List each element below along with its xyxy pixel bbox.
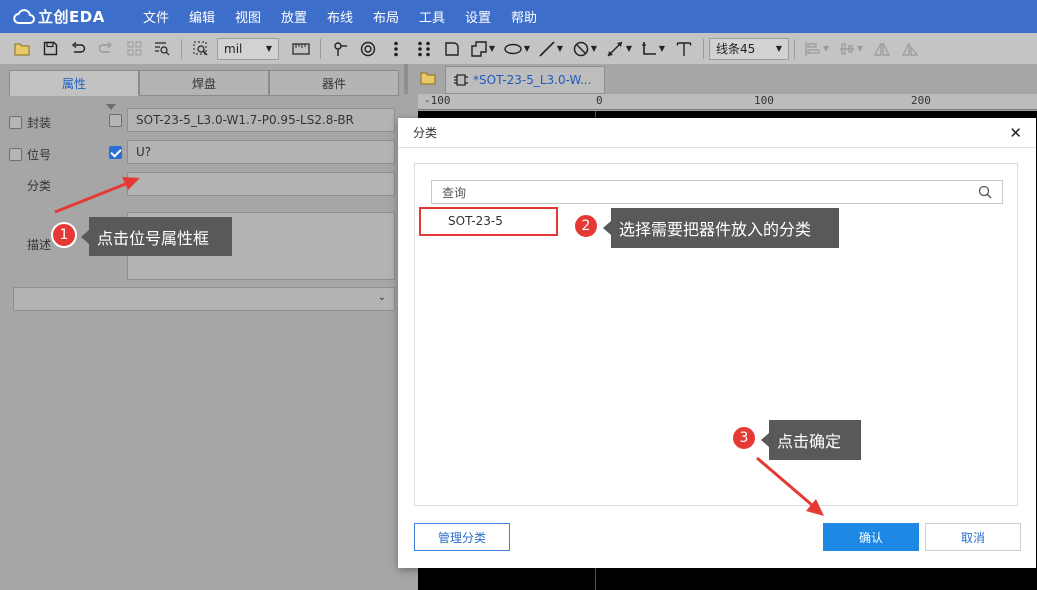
category-label: 分类 xyxy=(27,179,52,193)
folder-icon[interactable] xyxy=(420,71,436,88)
menu-help[interactable]: 帮助 xyxy=(501,7,547,26)
properties-panel: 属性 焊盘 器件 封装 SOT-23-5_L3.0-W1.7-P0.95-LS2… xyxy=(0,64,404,590)
save-icon[interactable] xyxy=(36,37,64,61)
search-icon[interactable] xyxy=(978,185,992,199)
menu-edit[interactable]: 编辑 xyxy=(179,7,225,26)
package-label: 封装 xyxy=(27,116,52,130)
designator-row: 位号 xyxy=(9,146,51,163)
ruler-label: 200 xyxy=(911,94,931,107)
ruler-label: -100 xyxy=(424,94,451,107)
menu-view[interactable]: 视图 xyxy=(225,7,271,26)
description-label: 描述 xyxy=(27,238,52,252)
category-dialog: 分类 ✕ 查询 SOT-23-5 管理分类 确认 取消 xyxy=(398,118,1036,568)
category-item[interactable]: SOT-23-5 xyxy=(419,207,558,236)
ruler-label: 0 xyxy=(596,94,603,107)
menu-settings[interactable]: 设置 xyxy=(455,7,501,26)
menu-route[interactable]: 布线 xyxy=(317,7,363,26)
property-select[interactable]: ⌄ xyxy=(13,287,395,311)
chevron-down-icon: ⌄ xyxy=(377,292,386,303)
menu-place[interactable]: 放置 xyxy=(271,7,317,26)
package-row: 封装 xyxy=(9,114,51,131)
panel-tabs: 属性 焊盘 器件 xyxy=(9,70,399,96)
callout-step-3: 点击确定 xyxy=(761,420,861,460)
menu-file[interactable]: 文件 xyxy=(133,7,179,26)
category-search-input[interactable]: 查询 xyxy=(431,180,1003,204)
confirm-button[interactable]: 确认 xyxy=(823,523,919,551)
close-icon[interactable]: ✕ xyxy=(1009,124,1022,142)
dialog-title: 分类 xyxy=(413,126,438,140)
flip-v-icon[interactable] xyxy=(896,37,924,61)
triangle-down-icon xyxy=(106,104,116,110)
corner-icon[interactable]: ▼ xyxy=(636,37,670,61)
folder-icon[interactable] xyxy=(8,37,36,61)
align-icon[interactable]: ▼ xyxy=(800,37,834,61)
document-tabs: *SOT-23-5_L3.0-W... xyxy=(404,64,1037,94)
step-badge-2: 2 xyxy=(573,213,599,239)
unit-value: mil xyxy=(224,41,243,56)
callout-step-2: 选择需要把器件放入的分类 xyxy=(603,208,839,248)
tab-components[interactable]: 器件 xyxy=(269,70,399,96)
category-row: 分类 xyxy=(27,177,51,194)
package-checkbox[interactable] xyxy=(9,116,22,129)
tab-pads[interactable]: 焊盘 xyxy=(139,70,269,96)
ruler-icon[interactable] xyxy=(287,37,315,61)
menubar: 立创EDA 文件 编辑 视图 放置 布线 布局 工具 设置 帮助 xyxy=(0,0,1037,33)
no-icon[interactable]: ▼ xyxy=(568,37,602,61)
step-badge-3: 3 xyxy=(731,425,757,451)
cancel-button[interactable]: 取消 xyxy=(925,523,1021,551)
distribute-icon[interactable]: ▼ xyxy=(834,37,868,61)
ellipse-icon[interactable]: ▼ xyxy=(500,37,534,61)
line-mode-value: 线条45 xyxy=(716,42,756,56)
tab-properties[interactable]: 属性 xyxy=(9,70,139,96)
designator-visible-row xyxy=(109,146,122,159)
zoom-select-icon[interactable] xyxy=(187,37,215,61)
zoom-list-icon[interactable] xyxy=(148,37,176,61)
multi-via-icon[interactable] xyxy=(410,37,438,61)
step-badge-1: 1 xyxy=(51,222,77,248)
package-field[interactable]: SOT-23-5_L3.0-W1.7-P0.95-LS2.8-BR xyxy=(127,108,395,132)
rect-icon[interactable] xyxy=(438,37,466,61)
unit-select[interactable]: mil ▼ xyxy=(217,37,279,60)
document-tab-title: *SOT-23-5_L3.0-W... xyxy=(473,73,592,87)
document-tab[interactable]: *SOT-23-5_L3.0-W... xyxy=(445,66,605,94)
line-icon[interactable]: ▼ xyxy=(534,37,568,61)
app-logo: 立创EDA xyxy=(13,6,123,27)
redo-icon[interactable] xyxy=(92,37,120,61)
via-icon[interactable] xyxy=(382,37,410,61)
manage-categories-button[interactable]: 管理分类 xyxy=(414,523,510,551)
dialog-header: 分类 ✕ xyxy=(398,118,1036,148)
undo-icon[interactable] xyxy=(64,37,92,61)
chevron-down-icon: ▼ xyxy=(775,44,782,53)
pad-icon[interactable] xyxy=(354,37,382,61)
logo-text: 立创EDA xyxy=(38,8,105,26)
search-placeholder: 查询 xyxy=(442,185,467,200)
line-mode-select[interactable]: 线条45 ▼ xyxy=(709,37,789,60)
callout-step-1: 点击位号属性框 xyxy=(81,217,232,256)
footprint-icon xyxy=(454,74,468,86)
menu-layout[interactable]: 布局 xyxy=(363,7,409,26)
designator-field[interactable]: U? xyxy=(127,140,395,164)
toolbar: mil ▼ ▼ ▼ ▼ ▼ ▼ ▼ 线条45 ▼ ▼ ▼ xyxy=(0,33,1037,64)
designator-label: 位号 xyxy=(27,148,52,162)
text-icon[interactable] xyxy=(670,37,698,61)
horizontal-ruler: -100 0 100 200 xyxy=(418,94,1037,110)
grid-icon[interactable] xyxy=(120,37,148,61)
designator-checkbox[interactable] xyxy=(9,148,22,161)
cloud-logo-icon xyxy=(13,8,35,24)
chevron-down-icon: ▼ xyxy=(265,44,272,53)
flip-h-icon[interactable] xyxy=(868,37,896,61)
package-lock-row xyxy=(109,114,122,127)
dimension-icon[interactable]: ▼ xyxy=(602,37,636,61)
description-row: 描述 xyxy=(27,236,51,253)
package-lock-checkbox[interactable] xyxy=(109,114,122,127)
pin-icon[interactable] xyxy=(326,37,354,61)
ruler-label: 100 xyxy=(754,94,774,107)
menu-tools[interactable]: 工具 xyxy=(409,7,455,26)
polygon-icon[interactable]: ▼ xyxy=(466,37,500,61)
category-field[interactable] xyxy=(127,172,395,196)
designator-visible-checkbox[interactable] xyxy=(109,146,122,159)
